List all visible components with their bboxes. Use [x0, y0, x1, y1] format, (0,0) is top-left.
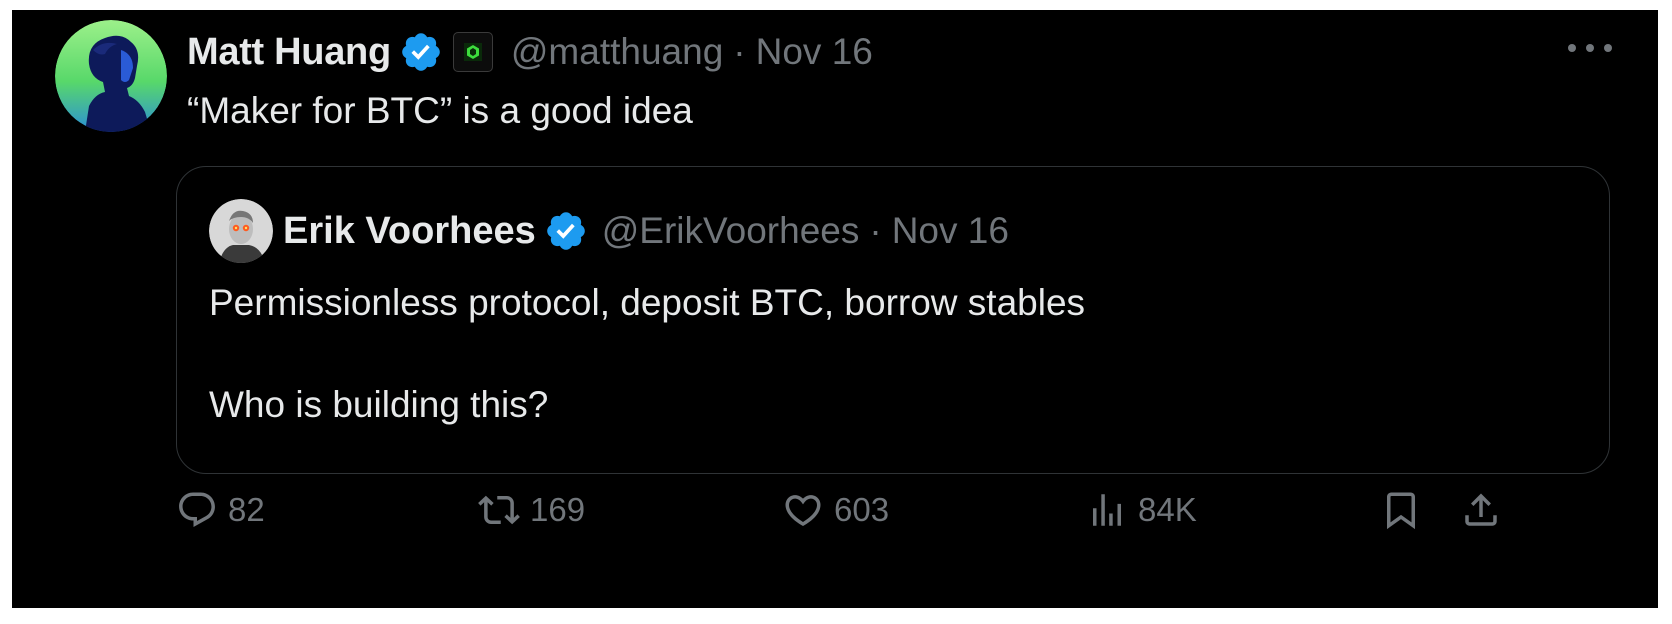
- separator-dot: ·: [869, 210, 882, 251]
- repost-button[interactable]: 169: [478, 488, 585, 532]
- like-button[interactable]: 603: [782, 488, 889, 532]
- repost-count: 169: [530, 491, 586, 528]
- reply-count: 82: [228, 491, 265, 528]
- more-dot: [1586, 44, 1594, 52]
- tweet-card[interactable]: Matt Huang @matthuang · Nov 16 “Maker fo…: [12, 10, 1658, 608]
- views-button[interactable]: 84K: [1086, 488, 1197, 532]
- verified-badge-icon[interactable]: [399, 30, 443, 74]
- author-avatar[interactable]: [55, 20, 167, 132]
- quoted-author-handle[interactable]: @ErikVoorhees: [602, 210, 860, 252]
- reply-icon: [179, 492, 215, 527]
- bookmark-button[interactable]: [1380, 488, 1422, 532]
- share-button[interactable]: [1460, 488, 1502, 532]
- share-icon: [1465, 493, 1497, 526]
- reply-button[interactable]: 82: [176, 488, 265, 532]
- author-name[interactable]: Matt Huang: [187, 31, 391, 74]
- quoted-author-avatar[interactable]: [209, 199, 273, 263]
- quoted-tweet[interactable]: Erik Voorhees @ErikVoorhees · Nov 16 Per…: [176, 166, 1610, 474]
- like-count: 603: [834, 491, 890, 528]
- views-count: 84K: [1138, 491, 1197, 528]
- more-options-icon[interactable]: [1568, 38, 1612, 58]
- views-icon: [1093, 494, 1121, 526]
- more-dot: [1568, 44, 1576, 52]
- quoted-tweet-header: Erik Voorhees @ErikVoorhees · Nov 16: [283, 203, 1009, 259]
- like-icon: [785, 495, 821, 527]
- verified-badge-icon[interactable]: [544, 209, 588, 253]
- paradigm-affiliate-badge-icon[interactable]: [452, 32, 493, 72]
- action-bar: 82 169 603 84K: [12, 480, 1658, 540]
- repost-icon: [478, 495, 520, 525]
- author-handle[interactable]: @matthuang: [511, 31, 723, 73]
- tweet-header: Matt Huang @matthuang · Nov 16: [187, 24, 873, 80]
- quoted-tweet-date[interactable]: Nov 16: [892, 210, 1009, 252]
- tweet-date[interactable]: Nov 16: [756, 31, 873, 73]
- separator-dot: ·: [733, 31, 746, 72]
- tweet-text: “Maker for BTC” is a good idea: [187, 90, 693, 131]
- more-dot: [1604, 44, 1612, 52]
- quoted-tweet-text: Permissionless protocol, deposit BTC, bo…: [209, 282, 1086, 425]
- bookmark-icon: [1387, 492, 1415, 530]
- quoted-author-name[interactable]: Erik Voorhees: [283, 210, 536, 253]
